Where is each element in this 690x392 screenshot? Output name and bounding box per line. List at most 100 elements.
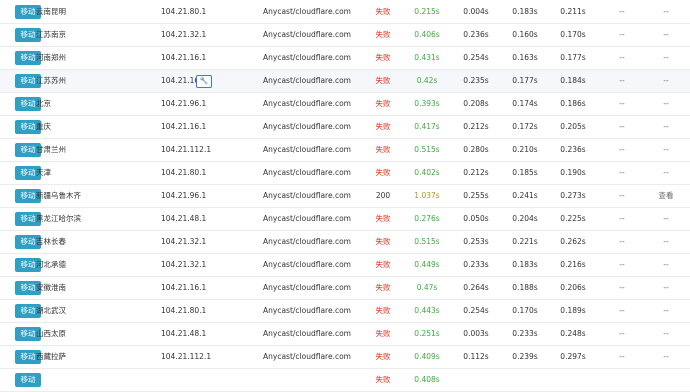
dns-time-cell: 0.212s [463, 168, 489, 177]
table-row[interactable]: 移动 新疆乌鲁木齐 104.21.96.1 Anycast/cloudflare.co… [0, 185, 690, 208]
action-cell: -- [663, 53, 669, 62]
table-row[interactable]: 移动 重庆 104.21.16.1 Anycast/cloudflare.com 失败 0… [0, 116, 690, 139]
ip-cell: 104.21.80.1 [161, 168, 207, 177]
resolve-cell: Anycast/cloudflare.com [263, 99, 351, 108]
action-cell [656, 369, 676, 391]
download-time-cell: 0.170s [560, 30, 586, 39]
table-row[interactable]: 移动 湖北武汉 104.21.80.1 Anycast/cloudflare.com 失… [0, 300, 690, 323]
total-time-cell: 0.215s [414, 7, 440, 16]
download-time-cell: 0.184s [560, 76, 586, 85]
action-cell: -- [663, 30, 669, 39]
table-row[interactable]: 移动 江苏苏州 104.21.16.1 Anycast/cloudflare.com 失… [0, 70, 690, 93]
dns-time-cell: 0.264s [463, 283, 489, 292]
ip-cell: 104.21.48.1 [161, 329, 207, 338]
table-row[interactable]: 移动 天津 104.21.80.1 Anycast/cloudflare.com 失败 0… [0, 162, 690, 185]
ip-cell: 104.21.32.1 [161, 237, 207, 246]
location-cell: 新疆乌鲁木齐 [36, 191, 81, 200]
result-table: 移动 云南昆明 104.21.80.1 Anycast/cloudflare.com 失… [0, 0, 690, 392]
status-cell: 失败 [375, 76, 391, 85]
ip-cell: 104.21.32.1 [161, 260, 207, 269]
connect-time-cell: 0.239s [512, 352, 538, 361]
connect-time-cell: 0.177s [512, 76, 538, 85]
table-row[interactable]: 移动 河南郑州 104.21.16.1 Anycast/cloudflare.com 失… [0, 47, 690, 70]
total-time-cell: 0.409s [414, 352, 440, 361]
status-cell: 失败 [375, 375, 391, 384]
download-time-cell: 0.190s [560, 168, 586, 177]
ip-cell: 104.21.48.1 [161, 214, 207, 223]
location-cell: 天津 [36, 168, 51, 177]
resolve-cell: Anycast/cloudflare.com [263, 214, 351, 223]
location-cell: 重庆 [36, 122, 51, 131]
table-row[interactable]: 移动 甘肃兰州 104.21.112.1 Anycast/cloudflare.com… [0, 139, 690, 162]
total-time-cell: 0.408s [414, 375, 440, 384]
action-cell: -- [663, 306, 669, 315]
action-cell: -- [663, 99, 669, 108]
download-time-cell: 0.262s [560, 237, 586, 246]
resolve-cell: Anycast/cloudflare.com [263, 306, 351, 315]
header-cell: -- [619, 99, 625, 108]
total-time-cell: 0.515s [414, 145, 440, 154]
resolve-cell: Anycast/cloudflare.com [263, 329, 351, 338]
header-cell: -- [619, 260, 625, 269]
status-cell: 失败 [375, 329, 391, 338]
total-time-cell: 0.276s [414, 214, 440, 223]
location-cell: 山西太原 [36, 329, 66, 338]
status-cell: 失败 [375, 283, 391, 292]
table-row[interactable]: 移动 北京 104.21.96.1 Anycast/cloudflare.com 失败 0… [0, 93, 690, 116]
header-cell: -- [619, 168, 625, 177]
action-cell: -- [663, 7, 669, 16]
connect-time-cell: 0.183s [512, 7, 538, 16]
connect-time-cell: 0.221s [512, 237, 538, 246]
ip-cell: 104.21.80.1 [161, 7, 207, 16]
table-row[interactable]: 移动 云南昆明 104.21.80.1 Anycast/cloudflare.com 失… [0, 1, 690, 24]
table-row[interactable]: 移动 西藏拉萨 104.21.112.1 Anycast/cloudflare.com… [0, 346, 690, 369]
table-row[interactable]: 移动 黑龙江哈尔滨 104.21.48.1 Anycast/cloudflare.co… [0, 208, 690, 231]
table-row[interactable]: 移动 河北承德 104.21.32.1 Anycast/cloudflare.com 失… [0, 254, 690, 277]
header-cell: -- [619, 191, 625, 200]
dns-time-cell: 0.235s [463, 76, 489, 85]
total-time-cell: 1.037s [414, 191, 440, 200]
resolve-cell: Anycast/cloudflare.com [263, 260, 351, 269]
total-time-cell: 0.449s [414, 260, 440, 269]
connect-time-cell: 0.163s [512, 53, 538, 62]
download-time-cell: 0.297s [560, 352, 586, 361]
total-time-cell: 0.42s [416, 76, 438, 85]
action-cell: -- [663, 283, 669, 292]
header-cell: -- [619, 283, 625, 292]
status-cell: 失败 [375, 122, 391, 131]
view-link[interactable]: 查看 [656, 185, 676, 207]
connect-time-cell: 0.204s [512, 214, 538, 223]
ip-cell: 104.21.112.1 [161, 352, 212, 361]
total-time-cell: 0.515s [414, 237, 440, 246]
resolve-cell: Anycast/cloudflare.com [263, 283, 351, 292]
isp-badge: 移动 [15, 373, 41, 387]
header-cell: -- [619, 122, 625, 131]
header-cell: -- [619, 53, 625, 62]
download-time-cell [558, 369, 588, 391]
action-cell: -- [663, 168, 669, 177]
action-cell: -- [663, 237, 669, 246]
wrench-icon[interactable]: 🔧 [196, 75, 212, 88]
resolve-cell: Anycast/cloudflare.com [263, 53, 351, 62]
header-cell: -- [619, 145, 625, 154]
action-cell: -- [663, 352, 669, 361]
location-cell: 云南昆明 [36, 7, 66, 16]
location-cell: 江苏苏州 [36, 76, 66, 85]
download-time-cell: 0.273s [560, 191, 586, 200]
header-cell: -- [619, 237, 625, 246]
download-time-cell: 0.189s [560, 306, 586, 315]
table-row[interactable]: 移动 江苏南京 104.21.32.1 Anycast/cloudflare.com 失… [0, 24, 690, 47]
resolve-cell: Anycast/cloudflare.com [263, 191, 351, 200]
table-row[interactable]: 移动 失败 0.408s [0, 369, 690, 392]
table-row[interactable]: 移动 吉林长春 104.21.32.1 Anycast/cloudflare.com 失… [0, 231, 690, 254]
header-cell: -- [619, 214, 625, 223]
header-cell: -- [619, 76, 625, 85]
table-row[interactable]: 移动 山西太原 104.21.48.1 Anycast/cloudflare.com 失… [0, 323, 690, 346]
ip-cell: 104.21.16.1 [161, 122, 207, 131]
action-cell: -- [663, 76, 669, 85]
action-cell: -- [663, 122, 669, 131]
location-cell: 江苏南京 [36, 30, 66, 39]
dns-time-cell: 0.280s [463, 145, 489, 154]
status-cell: 失败 [375, 237, 391, 246]
table-row[interactable]: 移动 安徽淮南 104.21.16.1 Anycast/cloudflare.com 失… [0, 277, 690, 300]
